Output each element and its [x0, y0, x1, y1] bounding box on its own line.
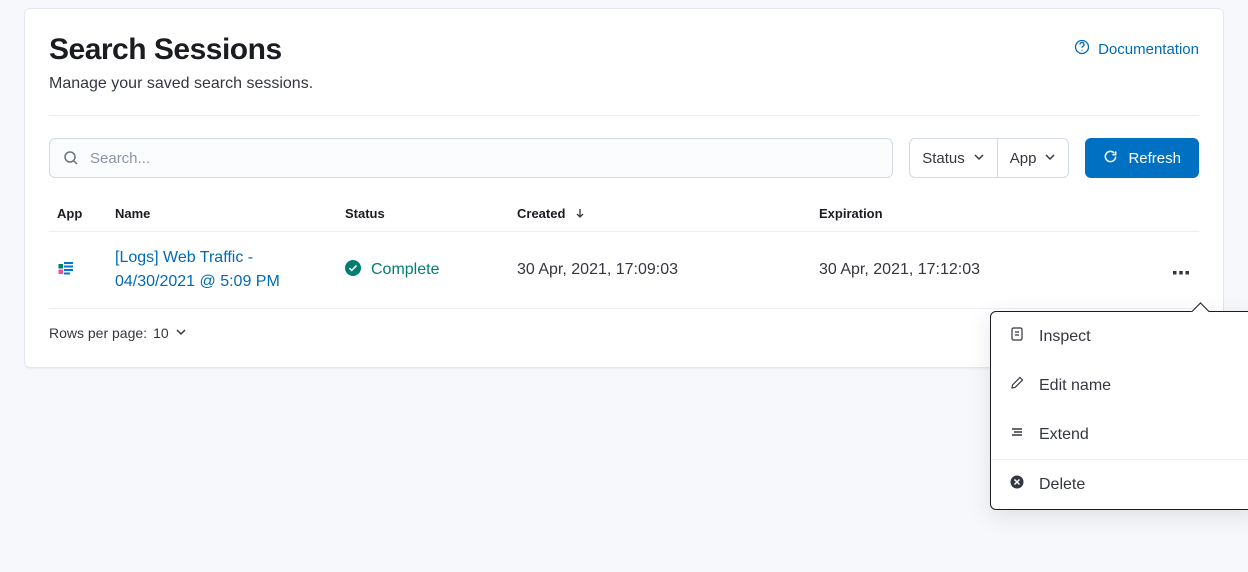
refresh-button[interactable]: Refresh: [1085, 138, 1199, 178]
popover-extend[interactable]: Extend: [991, 410, 1248, 459]
app-filter-label: App: [1010, 150, 1037, 167]
chevron-down-icon: [175, 325, 187, 341]
inspect-icon: [1009, 326, 1025, 347]
col-header-actions: [1159, 196, 1199, 232]
app-discover-icon: [57, 264, 75, 281]
status-filter-label: Status: [922, 150, 965, 167]
rows-per-page-label: Rows per page:: [49, 325, 147, 341]
refresh-icon: [1103, 149, 1118, 168]
popover-edit-name-label: Edit name: [1039, 377, 1111, 395]
row-actions-button[interactable]: [1169, 259, 1193, 282]
sessions-table: App Name Status Created Expiration: [49, 196, 1199, 309]
expiration-cell: 30 Apr, 2021, 17:12:03: [811, 232, 1159, 309]
extend-icon: [1009, 424, 1025, 445]
col-header-name[interactable]: Name: [107, 196, 337, 232]
boxes-horizontal-icon: [1173, 263, 1189, 278]
popover-edit-name[interactable]: Edit name: [991, 361, 1248, 410]
panel-header: Search Sessions Manage your saved search…: [49, 33, 1199, 93]
search-box: [49, 138, 893, 178]
status-complete-icon: [345, 260, 361, 281]
refresh-label: Refresh: [1128, 150, 1181, 167]
popover-delete[interactable]: Delete: [991, 460, 1248, 509]
row-actions-popover: Inspect Edit name Extend Delete: [990, 311, 1248, 510]
col-header-status[interactable]: Status: [337, 196, 509, 232]
chevron-down-icon: [973, 150, 985, 167]
header-divider: [49, 115, 1199, 116]
search-input[interactable]: [49, 138, 893, 178]
created-cell: 30 Apr, 2021, 17:09:03: [509, 232, 811, 309]
session-name-link[interactable]: [Logs] Web Traffic - 04/30/2021 @ 5:09 P…: [115, 249, 280, 290]
rows-per-page-selector[interactable]: Rows per page: 10: [49, 325, 187, 341]
documentation-label: Documentation: [1098, 41, 1199, 58]
chevron-down-icon: [1044, 150, 1056, 167]
col-header-created-label: Created: [517, 206, 565, 221]
controls-row: Status App Refresh: [49, 138, 1199, 178]
app-filter-button[interactable]: App: [998, 138, 1070, 178]
sort-down-icon: [575, 206, 585, 221]
page-title: Search Sessions: [49, 33, 313, 67]
status-cell: Complete: [345, 260, 439, 281]
page-subtitle: Manage your saved search sessions.: [49, 75, 313, 93]
delete-icon: [1009, 474, 1025, 495]
col-header-created[interactable]: Created: [509, 196, 811, 232]
table-row: [Logs] Web Traffic - 04/30/2021 @ 5:09 P…: [49, 232, 1199, 309]
status-filter-button[interactable]: Status: [909, 138, 998, 178]
pencil-icon: [1009, 375, 1025, 396]
popover-inspect-label: Inspect: [1039, 328, 1091, 346]
documentation-icon: [1074, 39, 1090, 59]
popover-inspect[interactable]: Inspect: [991, 312, 1248, 361]
popover-extend-label: Extend: [1039, 426, 1089, 444]
status-label: Complete: [371, 261, 439, 279]
filter-group: Status App: [909, 138, 1069, 178]
sessions-panel: Search Sessions Manage your saved search…: [24, 8, 1224, 368]
rows-per-page-value: 10: [153, 325, 169, 341]
col-header-app[interactable]: App: [49, 196, 107, 232]
documentation-link[interactable]: Documentation: [1074, 39, 1199, 59]
col-header-expiration[interactable]: Expiration: [811, 196, 1159, 232]
popover-delete-label: Delete: [1039, 476, 1085, 494]
